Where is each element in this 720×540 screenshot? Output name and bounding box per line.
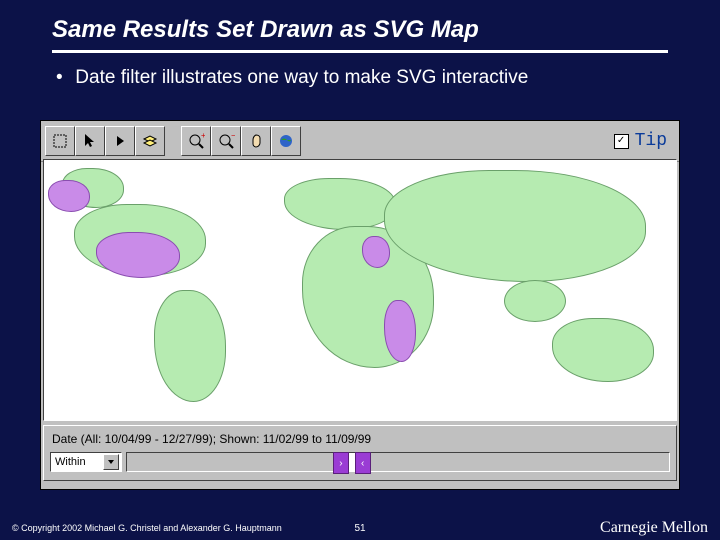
slide-title: Same Results Set Drawn as SVG Map <box>0 0 720 48</box>
date-filter-panel: Date (All: 10/04/99 - 12/27/99); Shown: … <box>43 425 677 481</box>
play-button[interactable] <box>105 126 135 156</box>
land-usa-selected <box>96 232 180 278</box>
toolbar: + − ✓ Tip <box>41 121 679 162</box>
date-slider-row: Within › ‹ <box>50 452 670 472</box>
land-alaska-selected <box>48 180 90 212</box>
org-name: Carnegie Mellon <box>600 519 708 537</box>
svg-map-app: + − ✓ Tip Date <box>40 120 680 490</box>
bullet-dot: • <box>56 67 70 89</box>
date-range-track[interactable]: › ‹ <box>126 452 670 472</box>
layers-button[interactable] <box>135 126 165 156</box>
land-east-africa-selected <box>384 300 416 362</box>
pointer-button[interactable] <box>75 126 105 156</box>
land-australia <box>552 318 654 382</box>
track-inactive-right <box>365 453 669 471</box>
land-egypt-selected <box>362 236 390 268</box>
date-mode-dropdown[interactable]: Within <box>50 452 122 472</box>
select-box-button[interactable] <box>45 126 75 156</box>
chevron-down-icon <box>103 454 119 470</box>
zoom-in-button[interactable]: + <box>181 126 211 156</box>
land-europe <box>284 178 396 230</box>
page-number: 51 <box>354 523 365 534</box>
pan-button[interactable] <box>241 126 271 156</box>
svg-text:−: − <box>231 132 235 140</box>
land-se-asia <box>504 280 566 322</box>
tip-checkbox-icon: ✓ <box>614 134 629 149</box>
map-canvas[interactable] <box>43 159 677 421</box>
full-extent-button[interactable] <box>271 126 301 156</box>
range-start-thumb[interactable]: › <box>333 452 349 474</box>
track-inactive-left <box>127 453 333 471</box>
copyright-text: © Copyright 2002 Michael G. Christel and… <box>12 523 282 533</box>
tip-toggle[interactable]: ✓ Tip <box>614 131 675 151</box>
zoom-out-button[interactable]: − <box>211 126 241 156</box>
tip-label: Tip <box>635 131 667 151</box>
range-end-thumb[interactable]: ‹ <box>355 452 371 474</box>
bullet-line: • Date filter illustrates one way to mak… <box>0 53 720 99</box>
date-mode-value: Within <box>55 456 86 468</box>
bullet-text: Date filter illustrates one way to make … <box>75 67 528 88</box>
land-south-america <box>154 290 226 402</box>
slide-footer: © Copyright 2002 Michael G. Christel and… <box>0 516 720 540</box>
svg-text:+: + <box>201 132 205 140</box>
date-filter-label: Date (All: 10/04/99 - 12/27/99); Shown: … <box>50 430 670 452</box>
